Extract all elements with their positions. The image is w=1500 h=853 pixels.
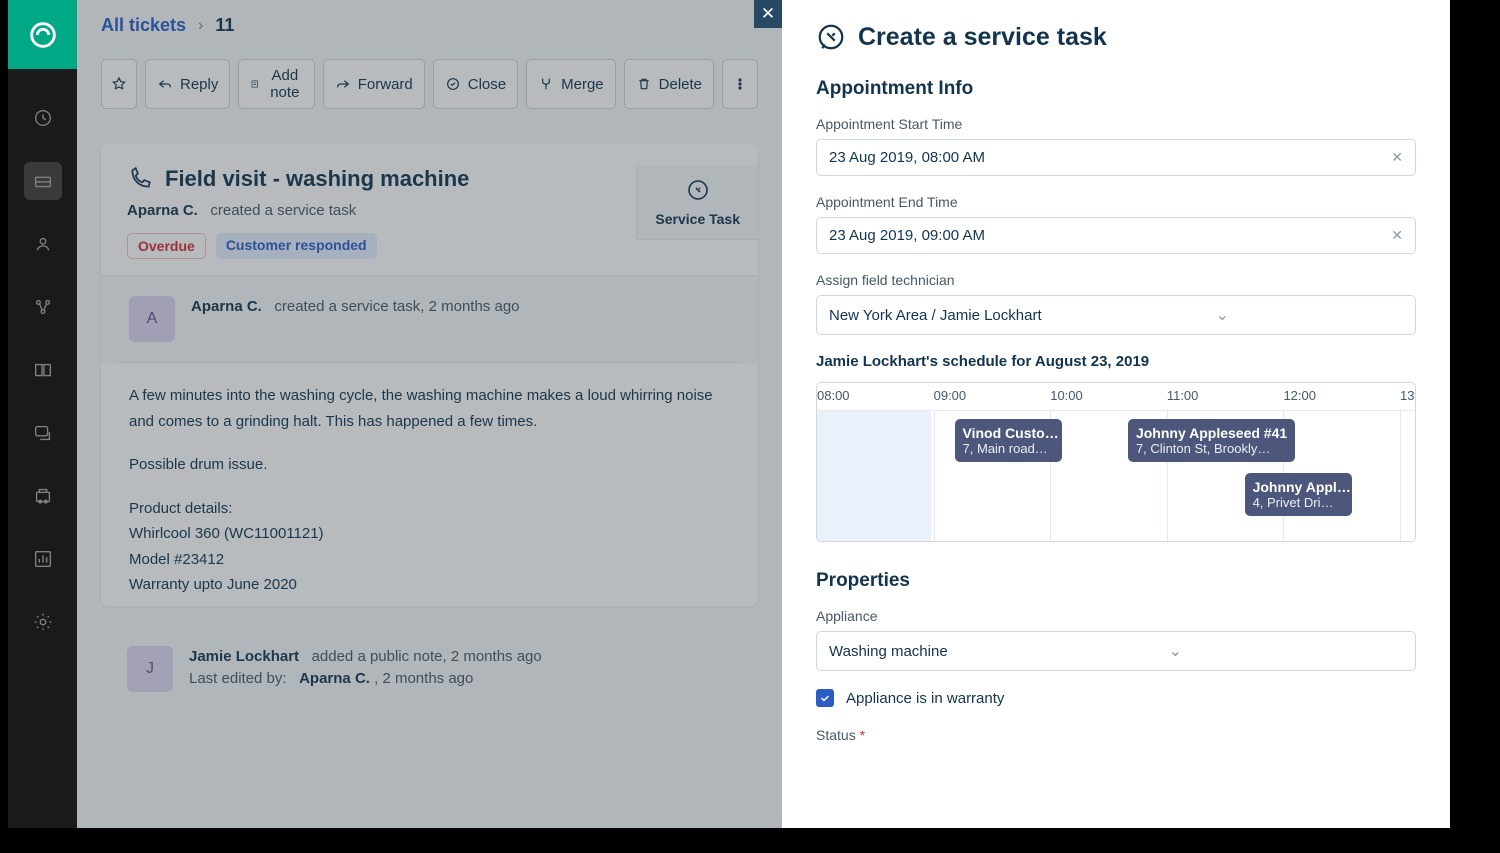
- close-button[interactable]: Close: [433, 59, 518, 109]
- schedule-block-title: Johnny Appl…: [1253, 479, 1345, 495]
- chevron-down-icon: ⌄: [1216, 305, 1229, 325]
- schedule-time-label: 11:00: [1167, 388, 1199, 403]
- tag-overdue: Overdue: [127, 233, 206, 259]
- technician-label: Assign field technician: [816, 272, 1416, 288]
- reply-button[interactable]: Reply: [145, 59, 230, 109]
- schedule-block-title: Johnny Appleseed #41: [1136, 425, 1287, 441]
- schedule-block-address: 7, Clinton St, Brookly…: [1136, 441, 1287, 456]
- activity-entry: Aparna C. created a service task, 2 mont…: [191, 296, 520, 319]
- nav-field-service[interactable]: [24, 477, 62, 515]
- clear-icon[interactable]: ✕: [1391, 227, 1403, 244]
- panel-title: Create a service task: [858, 23, 1107, 52]
- schedule-timeline[interactable]: 08:00 09:00 10:00 11:00 12:00 13 Vinod Custo……: [816, 382, 1416, 542]
- breadcrumb-all-tickets[interactable]: All tickets: [101, 15, 186, 36]
- status-label: Status *: [816, 727, 1416, 743]
- delete-button[interactable]: Delete: [624, 59, 714, 109]
- nav-tickets[interactable]: [24, 162, 62, 200]
- section-appointment-info: Appointment Info: [816, 78, 1416, 100]
- add-note-button[interactable]: Add note: [238, 59, 314, 109]
- schedule-block[interactable]: Johnny Appl…4, Privet Dri…: [1245, 473, 1353, 516]
- end-time-input[interactable]: 23 Aug 2019, 09:00 AM ✕: [816, 217, 1416, 254]
- nav-chat[interactable]: [24, 414, 62, 452]
- section-properties: Properties: [816, 570, 1416, 592]
- star-button[interactable]: [101, 59, 137, 109]
- schedule-time-label: 13: [1400, 388, 1414, 403]
- chevron-down-icon: ⌄: [1169, 641, 1182, 661]
- schedule-time-label: 08:00: [817, 388, 850, 403]
- toolbar: Reply Add note Forward Close Merge Delet…: [77, 51, 782, 124]
- breadcrumb: All tickets › 11: [77, 0, 782, 51]
- schedule-block-title: Vinod Custo…: [963, 425, 1055, 441]
- nav-contacts[interactable]: [24, 225, 62, 263]
- schedule-block[interactable]: Johnny Appleseed #417, Clinton St, Brook…: [1128, 419, 1295, 462]
- schedule-time-label: 09:00: [934, 388, 967, 403]
- nav-reports[interactable]: [24, 540, 62, 578]
- close-panel-button[interactable]: ✕: [754, 0, 782, 28]
- end-time-label: Appointment End Time: [816, 194, 1416, 210]
- wrench-icon: [816, 22, 846, 52]
- avatar: J: [127, 646, 173, 692]
- breadcrumb-ticket-id: 11: [215, 15, 234, 36]
- app-logo[interactable]: [8, 0, 77, 69]
- appliance-label: Appliance: [816, 608, 1416, 624]
- clear-icon[interactable]: ✕: [1391, 149, 1403, 166]
- nav-knowledge[interactable]: [24, 351, 62, 389]
- activity-entry: Jamie Lockhart added a public note, 2 mo…: [189, 646, 542, 691]
- technician-select[interactable]: New York Area / Jamie Lockhart ⌄: [816, 295, 1416, 335]
- service-task-button[interactable]: Service Task: [636, 166, 758, 240]
- create-service-task-panel: Create a service task Appointment Info A…: [782, 0, 1450, 828]
- schedule-label: Jamie Lockhart's schedule for August 23,…: [816, 353, 1416, 370]
- nav-dashboard[interactable]: [24, 99, 62, 137]
- appliance-select[interactable]: Washing machine ⌄: [816, 631, 1416, 671]
- close-icon: ✕: [761, 4, 775, 24]
- chevron-right-icon: ›: [198, 17, 203, 35]
- tag-customer-responded: Customer responded: [216, 233, 377, 259]
- start-time-input[interactable]: 23 Aug 2019, 08:00 AM ✕: [816, 139, 1416, 176]
- schedule-time-label: 12:00: [1283, 388, 1316, 403]
- schedule-block-address: 7, Main road…: [963, 441, 1055, 456]
- avatar: A: [129, 296, 175, 342]
- forward-button[interactable]: Forward: [323, 59, 425, 109]
- schedule-time-label: 10:00: [1050, 388, 1083, 403]
- more-button[interactable]: [722, 59, 758, 109]
- warranty-checkbox[interactable]: [816, 689, 834, 707]
- start-time-label: Appointment Start Time: [816, 116, 1416, 132]
- wrench-icon: [686, 178, 710, 202]
- ticket-title: Field visit - washing machine: [165, 166, 469, 192]
- nav-automations[interactable]: [24, 288, 62, 326]
- phone-icon: [127, 166, 153, 192]
- merge-button[interactable]: Merge: [526, 59, 616, 109]
- nav-settings[interactable]: [24, 603, 62, 641]
- message-body: A few minutes into the washing cycle, th…: [101, 363, 758, 606]
- warranty-label: Appliance is in warranty: [846, 690, 1004, 707]
- schedule-block[interactable]: Vinod Custo…7, Main road…: [955, 419, 1063, 462]
- schedule-block-address: 4, Privet Dri…: [1253, 495, 1345, 510]
